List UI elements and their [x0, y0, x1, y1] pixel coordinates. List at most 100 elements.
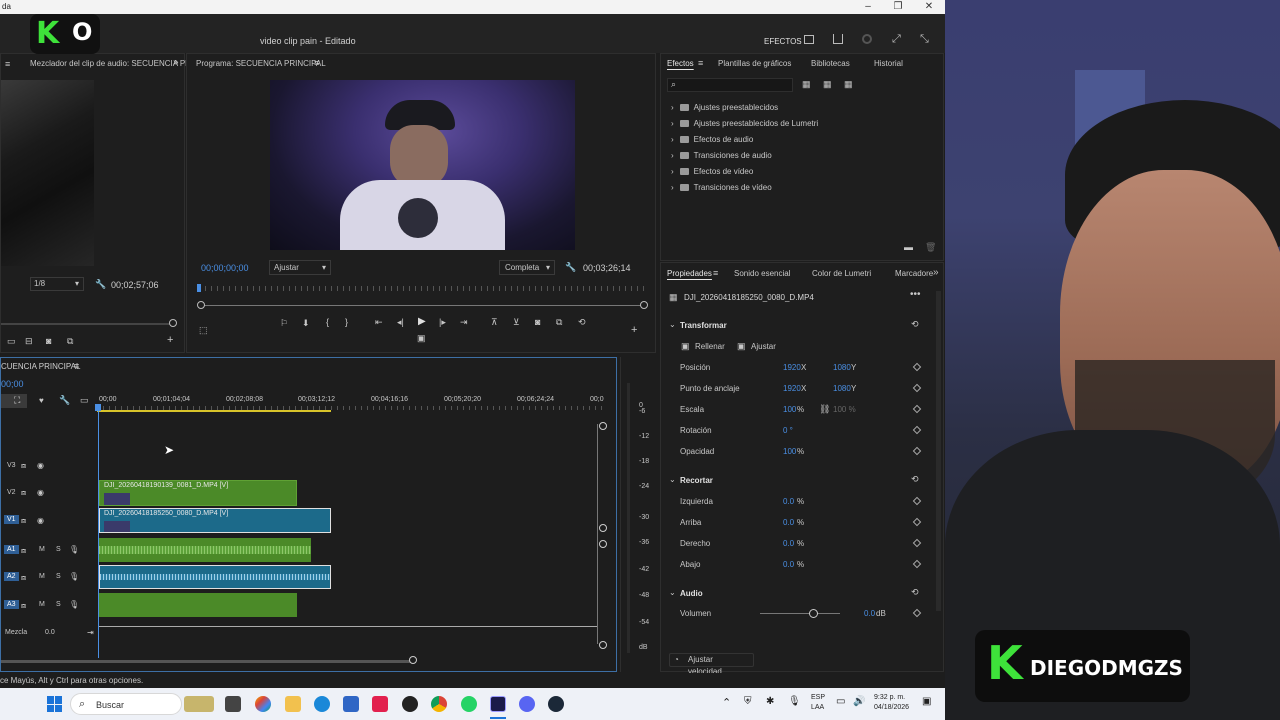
tree-item-lumetri-presets[interactable]: › Ajustes preestablecidos de Lumetri: [671, 116, 931, 132]
audio-clip-mixer-tab[interactable]: Mezclador del clip de audio: SECUENCIA P…: [30, 59, 191, 68]
tab-essential-sound[interactable]: Sonido esencial: [734, 269, 790, 278]
track-v2[interactable]: V2: [7, 489, 16, 496]
copilot-icon[interactable]: [255, 696, 271, 712]
settings-icon[interactable]: ⬚: [199, 325, 208, 336]
close-button[interactable]: ✕: [914, 0, 944, 14]
store-icon[interactable]: [343, 696, 359, 712]
go-to-in-icon[interactable]: ⇤: [375, 317, 383, 328]
sequence-tab[interactable]: CUENCIA PRINCIPAL: [1, 362, 80, 371]
film-icon[interactable]: ⧈: [21, 461, 26, 471]
keyframe-icon[interactable]: [912, 425, 922, 435]
steam-icon[interactable]: [548, 696, 564, 712]
whatsapp-icon[interactable]: [461, 696, 477, 712]
taskbar-search[interactable]: ⌕ Buscar: [70, 693, 182, 715]
panel-menu-icon[interactable]: ≡: [698, 58, 703, 68]
mark-in-icon[interactable]: {: [326, 317, 329, 327]
notification-icon[interactable]: ▣: [922, 696, 931, 707]
network-icon[interactable]: ▭: [836, 696, 845, 707]
language-region[interactable]: LAA: [811, 704, 824, 711]
track-a1[interactable]: A1: [4, 545, 19, 554]
add-marker-icon[interactable]: ⬇: [302, 318, 310, 329]
tree-item-video-transitions[interactable]: › Transiciones de vídeo: [671, 180, 931, 196]
insert-icon[interactable]: ⊟: [25, 336, 33, 347]
track-a2[interactable]: A2: [4, 572, 19, 581]
go-to-out-icon[interactable]: ⇥: [460, 317, 468, 328]
scroll-handle[interactable]: [599, 641, 607, 649]
expand-icon[interactable]: ⤢: [892, 33, 901, 46]
keyframe-icon[interactable]: [912, 517, 922, 527]
keyframe-icon[interactable]: [912, 608, 922, 618]
tab-markers[interactable]: Marcadore: [895, 269, 933, 278]
work-area-bar[interactable]: [97, 410, 331, 412]
fill-icon[interactable]: ▣: [681, 341, 690, 352]
fit-select[interactable]: Ajustar ▾: [269, 260, 331, 275]
program-tab[interactable]: Programa: SECUENCIA PRINCIPAL: [196, 59, 326, 68]
volume-value[interactable]: 0.0: [864, 603, 875, 624]
crop-bottom-value[interactable]: 0.0: [783, 554, 794, 575]
windows-start-icon[interactable]: [47, 696, 63, 712]
microphone-icon[interactable]: 🎙: [69, 600, 79, 609]
tab-graphics-templates[interactable]: Plantillas de gráficos: [718, 59, 791, 68]
position-x-value[interactable]: 1920: [783, 357, 801, 378]
film-icon[interactable]: ⧈: [21, 573, 26, 583]
film-icon[interactable]: ⧈: [21, 488, 26, 498]
wrench-icon[interactable]: 🔧: [565, 262, 576, 273]
marker-icon[interactable]: ⚐: [280, 318, 288, 329]
anchor-x-value[interactable]: 1920: [783, 378, 801, 399]
mark-out-icon[interactable]: }: [345, 317, 348, 327]
lift-icon[interactable]: ⊼: [491, 317, 498, 328]
tab-effects[interactable]: Efectos: [667, 59, 694, 68]
opacity-value[interactable]: 100: [783, 441, 796, 462]
accelerated-effects-icon[interactable]: ▦: [802, 79, 811, 90]
chevron-down-icon[interactable]: ⌄: [669, 475, 676, 484]
mute-button[interactable]: M: [39, 573, 45, 580]
effects-search-input[interactable]: ⌕: [667, 78, 793, 92]
tree-item-video-effects[interactable]: › Efectos de vídeo: [671, 164, 931, 180]
track-v3[interactable]: V3: [7, 462, 16, 469]
speed-button[interactable]: ◔ Ajustar velocidad...: [669, 653, 754, 676]
scroll-handle[interactable]: [599, 524, 607, 532]
step-forward-icon[interactable]: |▸: [439, 317, 446, 328]
keyframe-icon[interactable]: [912, 362, 922, 372]
32bit-effects-icon[interactable]: ▦: [823, 79, 832, 90]
add-button-icon[interactable]: +: [631, 324, 637, 336]
playhead-handle[interactable]: [95, 404, 101, 411]
microphone-icon[interactable]: 🎙: [788, 696, 801, 707]
volume-slider-track[interactable]: [760, 613, 840, 614]
film-icon[interactable]: ⧈: [21, 601, 26, 611]
chrome-icon[interactable]: [431, 696, 447, 712]
fill-button[interactable]: Rellenar: [695, 342, 725, 351]
volume-icon[interactable]: 🔊: [853, 696, 865, 707]
compare-icon[interactable]: ⧉: [556, 317, 562, 328]
reset-icon[interactable]: ⟲: [911, 474, 919, 485]
maximize-button[interactable]: ❐: [883, 0, 913, 14]
camera-icon[interactable]: ◙: [535, 317, 540, 327]
microphone-icon[interactable]: 🎙: [69, 572, 79, 581]
keyframe-icon[interactable]: [912, 538, 922, 548]
scrollbar[interactable]: [936, 291, 941, 611]
premiere-icon[interactable]: [490, 696, 506, 712]
fullscreen-icon[interactable]: ⤡: [920, 33, 929, 46]
tree-item-audio-transitions[interactable]: › Transiciones de audio: [671, 148, 931, 164]
widget-icon[interactable]: [184, 696, 214, 712]
linked-selection-icon[interactable]: ♥: [39, 396, 44, 405]
vr-icon[interactable]: ⟲: [578, 317, 586, 328]
clock-time[interactable]: 9:32 p. m.: [874, 694, 905, 701]
file-explorer-icon[interactable]: [285, 696, 301, 712]
program-ruler[interactable]: [199, 286, 645, 291]
tray-icon[interactable]: ⛨: [744, 696, 752, 707]
a3-clip[interactable]: [99, 593, 297, 617]
keyframe-icon[interactable]: [912, 496, 922, 506]
eye-icon[interactable]: ◉: [37, 488, 44, 497]
scroll-handle[interactable]: [599, 422, 607, 430]
mix-value[interactable]: 0.0: [45, 629, 55, 636]
film-icon[interactable]: ⧈: [21, 516, 26, 526]
timeline-vscroll[interactable]: [597, 424, 598, 644]
source-scrub-bar[interactable]: [1, 323, 174, 325]
export-frame-icon[interactable]: ⧉: [67, 336, 73, 347]
eye-icon[interactable]: ◉: [37, 461, 44, 470]
wrench-icon[interactable]: 🔧: [59, 395, 70, 406]
keyframe-icon[interactable]: [912, 446, 922, 456]
timeline-hscroll[interactable]: [1, 660, 413, 663]
clock-date[interactable]: 04/18/2026: [874, 704, 909, 711]
